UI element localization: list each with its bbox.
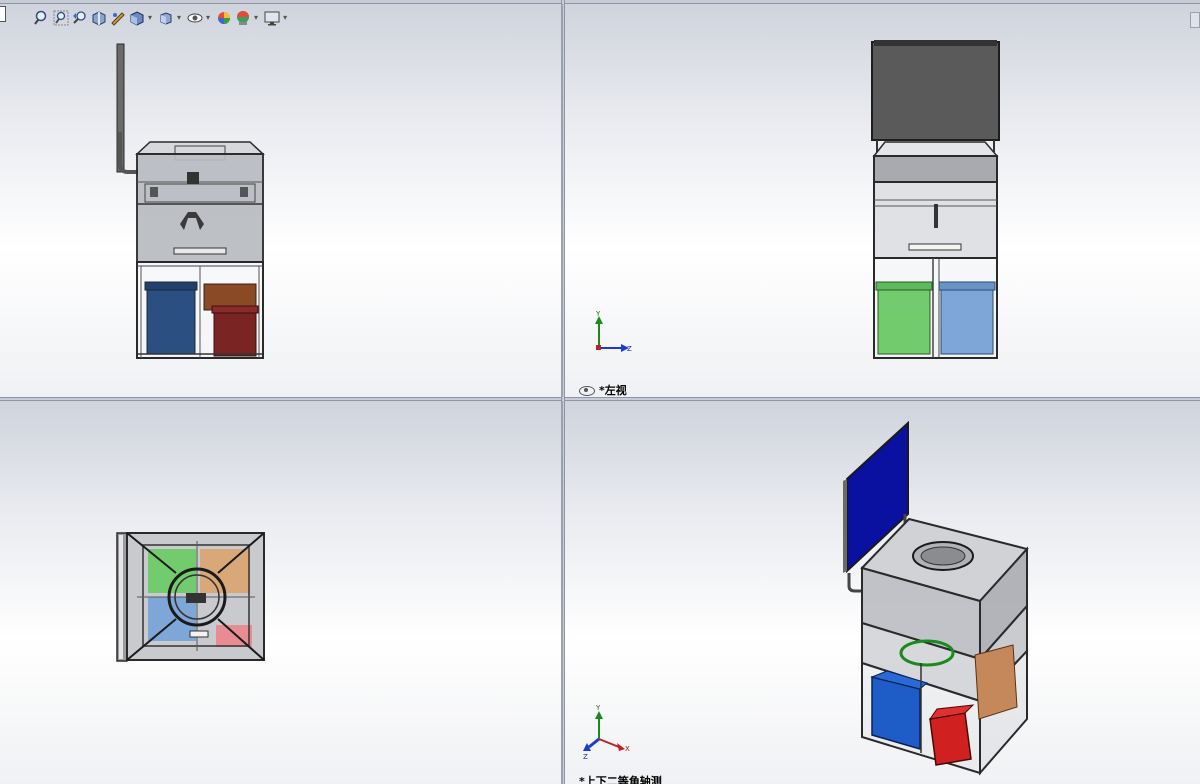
top-view-model bbox=[116, 532, 265, 662]
viewport-label-isometric[interactable]: *上下二等角轴测 bbox=[579, 773, 662, 784]
triad-z-label: Z bbox=[627, 345, 632, 353]
panel-toggle[interactable] bbox=[0, 6, 6, 22]
viewport-isometric[interactable]: Y Z X *上下二等角轴测 bbox=[565, 401, 1200, 784]
viewport-top[interactable] bbox=[0, 401, 563, 784]
coordinate-triad-iso: Y Z X bbox=[583, 704, 630, 761]
triad-y-label: Y bbox=[595, 310, 601, 318]
viewport-front[interactable] bbox=[0, 4, 563, 397]
heads-up-view-toolbar: ▾ ▾ ▾ ▾ ▾ bbox=[34, 8, 290, 28]
front-view-model bbox=[116, 43, 265, 359]
view-settings-dropdown-icon[interactable]: ▾ bbox=[283, 10, 287, 26]
zoom-to-area-icon[interactable] bbox=[53, 10, 69, 26]
viewport-label-left-text: *左视 bbox=[599, 384, 627, 397]
triad-x-label-iso: X bbox=[625, 745, 630, 753]
dynamic-annotation-icon[interactable] bbox=[110, 10, 126, 26]
display-style-icon[interactable] bbox=[158, 10, 174, 26]
view-orientation-icon[interactable] bbox=[129, 10, 145, 26]
apply-scene-dropdown-icon[interactable]: ▾ bbox=[254, 10, 258, 26]
zoom-to-fit-icon[interactable] bbox=[34, 10, 50, 26]
apply-scene-icon[interactable] bbox=[235, 10, 251, 26]
section-view-icon[interactable] bbox=[91, 10, 107, 26]
previous-view-icon[interactable] bbox=[72, 10, 88, 26]
view-visibility-icon[interactable] bbox=[579, 386, 595, 396]
viewport-label-left[interactable]: *左视 bbox=[579, 382, 627, 397]
triad-z-label-iso: Z bbox=[583, 753, 588, 761]
triad-y-label-iso: Y bbox=[595, 704, 601, 712]
viewport-left[interactable]: Y Z *左视 bbox=[565, 4, 1200, 397]
view-settings-icon[interactable] bbox=[264, 10, 280, 26]
edit-appearance-icon[interactable] bbox=[216, 10, 232, 26]
view-orientation-dropdown-icon[interactable]: ▾ bbox=[148, 10, 152, 26]
hide-show-dropdown-icon[interactable]: ▾ bbox=[206, 10, 210, 26]
display-style-dropdown-icon[interactable]: ▾ bbox=[177, 10, 181, 26]
coordinate-triad: Y Z bbox=[595, 310, 632, 353]
task-pane-tab[interactable] bbox=[1190, 12, 1200, 28]
hide-show-items-icon[interactable] bbox=[187, 10, 203, 26]
